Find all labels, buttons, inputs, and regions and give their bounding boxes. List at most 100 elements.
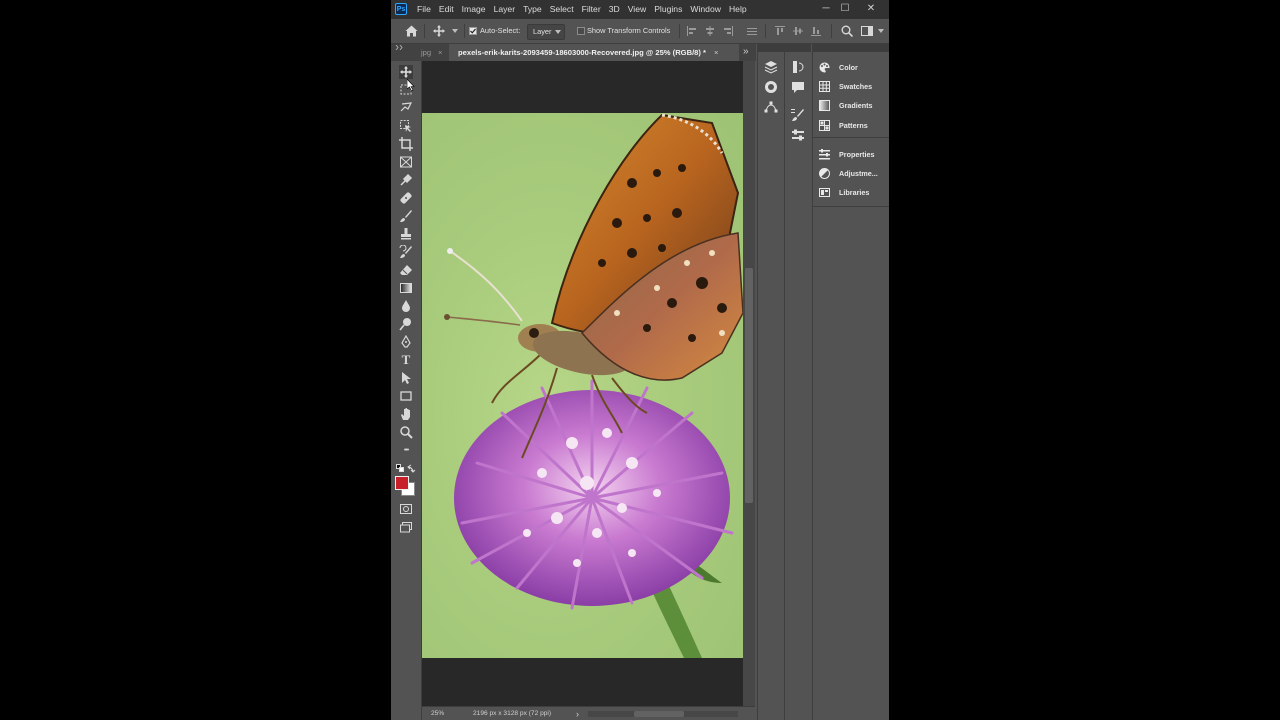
move-tool-icon[interactable] <box>399 65 413 79</box>
search-icon[interactable] <box>841 25 853 37</box>
vertical-scrollbar-thumb[interactable] <box>745 268 753 503</box>
zoom-tool-icon[interactable] <box>399 425 413 439</box>
type-tool-icon[interactable]: T <box>399 353 413 367</box>
menu-image[interactable]: Image <box>458 0 490 19</box>
collapse-toolbar-icon[interactable] <box>395 45 405 50</box>
zoom-level[interactable]: 25% <box>431 707 444 720</box>
panel-gradients[interactable]: Gradients <box>819 96 889 115</box>
menu-edit[interactable]: Edit <box>435 0 458 19</box>
menu-bar: Ps File Edit Image Layer Type Select Fil… <box>391 0 889 19</box>
status-menu-arrow-icon[interactable]: › <box>576 707 579 720</box>
vertical-scrollbar[interactable] <box>743 61 755 706</box>
brush-settings-icon[interactable] <box>791 108 805 122</box>
align-middle-icon[interactable] <box>793 26 803 36</box>
blur-tool-icon[interactable] <box>399 299 413 313</box>
transform-controls-checkbox[interactable] <box>577 27 585 35</box>
path-select-tool-icon[interactable] <box>399 371 413 385</box>
horizontal-scrollbar-thumb[interactable] <box>634 711 684 717</box>
tool-presets-icon[interactable] <box>791 128 805 142</box>
channels-icon[interactable] <box>764 80 778 94</box>
chevron-down-icon[interactable] <box>452 29 458 33</box>
status-bar: 25% 2196 px x 3128 px (72 ppi) › <box>422 706 755 720</box>
swap-colors-icon[interactable] <box>407 464 416 473</box>
home-icon[interactable] <box>405 25 418 37</box>
horizontal-scrollbar[interactable] <box>588 711 738 717</box>
auto-select-dropdown[interactable]: Layer <box>527 24 565 40</box>
frame-tool-icon[interactable] <box>399 155 413 169</box>
menu-view[interactable]: View <box>624 0 650 19</box>
panel-dock-labeled: Color Swatches Gradients Patterns Proper… <box>812 44 889 720</box>
move-tool-preset-icon[interactable] <box>433 25 445 37</box>
chevron-down-icon <box>555 30 561 34</box>
more-tools-icon[interactable]: ••• <box>399 444 413 458</box>
layers-icon[interactable] <box>764 60 778 74</box>
paths-icon[interactable] <box>764 100 778 114</box>
tab-label: pexels-erik-karits-2093459-18603000-Reco… <box>458 48 707 57</box>
lasso-tool-icon[interactable] <box>399 101 413 115</box>
align-left-icon[interactable] <box>687 26 697 36</box>
menu-select[interactable]: Select <box>546 0 578 19</box>
gradient-tool-icon[interactable] <box>399 281 413 295</box>
dock-header <box>813 44 889 52</box>
butterfly-on-flower-image <box>444 113 743 658</box>
photoshop-logo-icon: Ps <box>395 3 407 15</box>
panel-label: Patterns <box>839 121 868 130</box>
collapsed-panel-dock-2 <box>784 44 811 720</box>
tab-previous-document[interactable]: jpg × <box>421 44 447 61</box>
default-colors-icon[interactable] <box>396 464 405 473</box>
menu-type[interactable]: Type <box>519 0 546 19</box>
clone-stamp-tool-icon[interactable] <box>399 227 413 241</box>
dock-header <box>758 44 784 52</box>
close-icon[interactable]: × <box>438 44 442 61</box>
document-canvas[interactable] <box>407 61 743 706</box>
tab-active-document[interactable]: pexels-erik-karits-2093459-18603000-Reco… <box>449 44 739 61</box>
panel-color[interactable]: Color <box>819 58 889 77</box>
eyedropper-tool-icon[interactable] <box>399 173 413 187</box>
foreground-color-swatch[interactable] <box>395 476 409 490</box>
object-select-tool-icon[interactable] <box>399 119 413 133</box>
menu-file[interactable]: File <box>413 0 435 19</box>
tab-overflow-icon[interactable]: » <box>743 44 749 59</box>
panel-properties[interactable]: Properties <box>819 145 889 164</box>
toolbar: T ••• <box>391 61 422 720</box>
align-center-icon[interactable] <box>705 26 715 36</box>
butterfly-photo[interactable] <box>422 113 743 658</box>
menu-plugins[interactable]: Plugins <box>650 0 686 19</box>
chevron-down-icon[interactable] <box>878 29 884 33</box>
align-bottom-icon[interactable] <box>811 26 821 36</box>
menu-3d[interactable]: 3D <box>605 0 624 19</box>
menu-help[interactable]: Help <box>725 0 751 19</box>
history-icon[interactable] <box>791 60 805 74</box>
brush-tool-icon[interactable] <box>399 209 413 223</box>
tab-label: jpg <box>421 48 432 57</box>
rectangle-tool-icon[interactable] <box>399 389 413 403</box>
panel-patterns[interactable]: Patterns <box>819 116 889 135</box>
panel-adjustments[interactable]: Adjustme... <box>819 164 889 183</box>
panel-swatches[interactable]: Swatches <box>819 77 889 96</box>
crop-tool-icon[interactable] <box>399 137 413 151</box>
mouse-cursor-icon <box>407 79 415 92</box>
history-brush-tool-icon[interactable] <box>399 245 413 259</box>
align-right-icon[interactable] <box>723 26 733 36</box>
menu-filter[interactable]: Filter <box>578 0 605 19</box>
maximize-button[interactable]: ☐ <box>834 0 856 19</box>
panel-label: Properties <box>839 150 875 159</box>
menu-layer[interactable]: Layer <box>490 0 520 19</box>
pen-tool-icon[interactable] <box>399 335 413 349</box>
workspace-icon[interactable] <box>861 26 873 36</box>
hand-tool-icon[interactable] <box>399 407 413 421</box>
eraser-tool-icon[interactable] <box>399 263 413 277</box>
quick-mask-icon[interactable] <box>399 502 413 516</box>
healing-brush-tool-icon[interactable] <box>399 191 413 205</box>
screen-mode-icon[interactable] <box>399 520 413 534</box>
dodge-tool-icon[interactable] <box>399 317 413 331</box>
align-top-icon[interactable] <box>775 26 785 36</box>
panel-libraries[interactable]: Libraries <box>819 183 889 202</box>
comments-icon[interactable] <box>791 80 805 94</box>
libraries-icon <box>819 188 830 197</box>
close-icon[interactable]: × <box>714 44 718 61</box>
auto-select-checkbox[interactable] <box>469 27 477 35</box>
close-button[interactable]: ✕ <box>860 0 882 19</box>
distribute-icon[interactable] <box>747 26 757 36</box>
menu-window[interactable]: Window <box>686 0 725 19</box>
